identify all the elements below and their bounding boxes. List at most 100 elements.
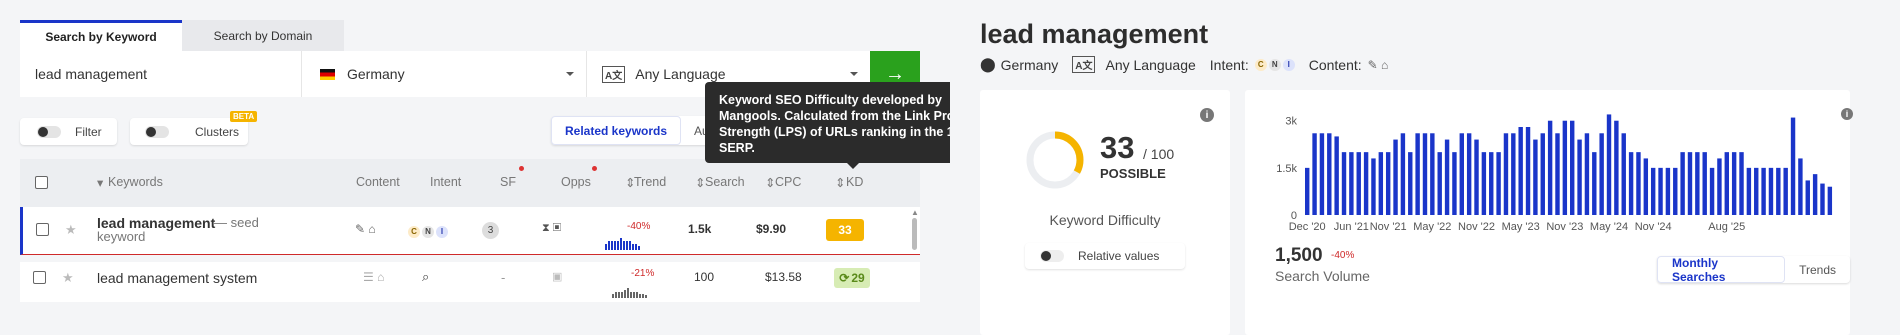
relative-values-toggle[interactable]: Relative values <box>1025 243 1185 269</box>
volume-bar[interactable] <box>1820 183 1825 215</box>
volume-bar[interactable] <box>1452 152 1457 215</box>
volume-bar[interactable] <box>1614 120 1619 215</box>
volume-bar[interactable] <box>1371 158 1376 215</box>
volume-bar[interactable] <box>1709 167 1715 215</box>
volume-bar[interactable] <box>1731 152 1737 215</box>
volume-bar[interactable] <box>1341 152 1347 215</box>
volume-bar[interactable] <box>1562 120 1568 215</box>
volume-bar[interactable] <box>1430 133 1435 215</box>
volume-bar[interactable] <box>1459 133 1464 215</box>
volume-bar[interactable] <box>1754 167 1759 215</box>
keyword-text[interactable]: lead management system <box>97 270 257 286</box>
volume-bar[interactable] <box>1378 152 1384 215</box>
tab-related-keywords[interactable]: Related keywords <box>551 116 682 145</box>
volume-bar[interactable] <box>1496 152 1501 215</box>
clusters-toggle[interactable]: Clusters <box>130 118 248 145</box>
volume-bar[interactable] <box>1437 152 1442 215</box>
volume-bar[interactable] <box>1511 133 1516 215</box>
volume-bar[interactable] <box>1356 152 1361 215</box>
volume-bar[interactable] <box>1312 133 1317 215</box>
volume-bar[interactable] <box>1444 139 1450 215</box>
volume-bar[interactable] <box>1415 133 1420 215</box>
sf-count-badge[interactable]: 3 <box>482 222 499 239</box>
volume-bar[interactable] <box>1577 139 1582 215</box>
volume-bar[interactable] <box>1393 139 1398 215</box>
volume-bar[interactable] <box>1327 133 1332 215</box>
volume-bar[interactable] <box>1466 133 1472 215</box>
volume-bar[interactable] <box>1540 133 1545 215</box>
volume-bar[interactable] <box>1805 180 1810 215</box>
volume-bar[interactable] <box>1812 174 1818 215</box>
volume-bar[interactable] <box>1422 133 1428 215</box>
col-search[interactable]: Search <box>705 175 745 189</box>
keyword-input[interactable]: lead management <box>20 51 302 97</box>
volume-bar[interactable] <box>1584 133 1590 215</box>
scroll-up-icon[interactable]: ▲ <box>911 208 919 217</box>
volume-bar[interactable] <box>1827 186 1833 215</box>
volume-bar[interactable] <box>1724 152 1729 215</box>
volume-bar[interactable] <box>1746 167 1752 215</box>
table-row[interactable]: ★ lead management system ☰ ⌂ ⌕ - ▣ -21% … <box>20 262 920 302</box>
volume-bar[interactable] <box>1673 167 1678 215</box>
volume-bar[interactable] <box>1570 120 1575 215</box>
volume-bar[interactable] <box>1650 167 1656 215</box>
volume-bar[interactable] <box>1525 127 1531 215</box>
tab-search-by-keyword[interactable]: Search by Keyword <box>20 20 182 51</box>
volume-bar[interactable] <box>1717 158 1722 215</box>
row-checkbox[interactable] <box>33 271 46 284</box>
volume-bar[interactable] <box>1695 152 1700 215</box>
volume-bar[interactable] <box>1547 120 1553 215</box>
volume-bar[interactable] <box>1643 158 1649 215</box>
col-trend[interactable]: Trend <box>634 175 666 189</box>
volume-bar[interactable] <box>1739 152 1744 215</box>
volume-bar[interactable] <box>1592 152 1597 215</box>
col-keywords[interactable]: Keywords <box>108 175 163 189</box>
volume-bar[interactable] <box>1400 133 1406 215</box>
tab-search-by-domain[interactable]: Search by Domain <box>182 20 344 51</box>
star-icon[interactable]: ★ <box>62 270 74 286</box>
col-cpc[interactable]: CPC <box>775 175 801 189</box>
scroll-thumb[interactable] <box>912 218 917 250</box>
volume-bar[interactable] <box>1628 152 1634 215</box>
volume-bar[interactable] <box>1790 117 1796 215</box>
volume-bar[interactable] <box>1776 167 1781 215</box>
volume-bar[interactable] <box>1798 158 1803 215</box>
volume-bar[interactable] <box>1474 139 1479 215</box>
volume-bar[interactable] <box>1503 133 1509 215</box>
volume-bar[interactable] <box>1481 152 1487 215</box>
select-all-checkbox[interactable] <box>35 176 48 189</box>
star-icon[interactable]: ★ <box>65 222 77 238</box>
kd-badge[interactable]: ⟳ 29 <box>834 268 870 288</box>
kd-badge[interactable]: 33 <box>826 219 864 241</box>
volume-bar[interactable] <box>1768 167 1774 215</box>
volume-bar[interactable] <box>1408 152 1413 215</box>
volume-bar[interactable] <box>1555 133 1560 215</box>
volume-bar[interactable] <box>1658 167 1663 215</box>
col-kd[interactable]: KD <box>846 175 863 189</box>
volume-bar[interactable] <box>1687 152 1693 215</box>
monthly-searches-button[interactable]: Monthly Searches <box>1657 256 1786 284</box>
volume-bar[interactable] <box>1606 114 1612 215</box>
volume-bar[interactable] <box>1680 152 1685 215</box>
volume-bar[interactable] <box>1489 152 1494 215</box>
col-sf[interactable]: SF <box>500 175 516 189</box>
volume-bar[interactable] <box>1702 152 1707 215</box>
volume-bar[interactable] <box>1518 127 1523 215</box>
volume-bar[interactable] <box>1385 152 1391 215</box>
volume-bar[interactable] <box>1636 152 1641 215</box>
info-icon[interactable]: i <box>1200 108 1214 122</box>
volume-bar[interactable] <box>1783 167 1788 215</box>
trends-button[interactable]: Trends <box>1785 256 1850 283</box>
col-opps[interactable]: Opps <box>561 175 591 189</box>
table-row[interactable]: ★ lead management — seed keyword ✎ ⌂ CNI… <box>20 207 920 255</box>
volume-bar[interactable] <box>1665 167 1671 215</box>
volume-bar[interactable] <box>1599 133 1604 215</box>
row-checkbox[interactable] <box>36 223 49 236</box>
filter-toggle[interactable]: Filter <box>20 118 117 145</box>
volume-bar[interactable] <box>1621 133 1626 215</box>
volume-bar[interactable] <box>1334 136 1339 215</box>
country-select[interactable]: Germany <box>302 51 587 97</box>
volume-bar[interactable] <box>1533 139 1538 215</box>
volume-bar[interactable] <box>1319 133 1325 215</box>
volume-bar[interactable] <box>1761 167 1766 215</box>
